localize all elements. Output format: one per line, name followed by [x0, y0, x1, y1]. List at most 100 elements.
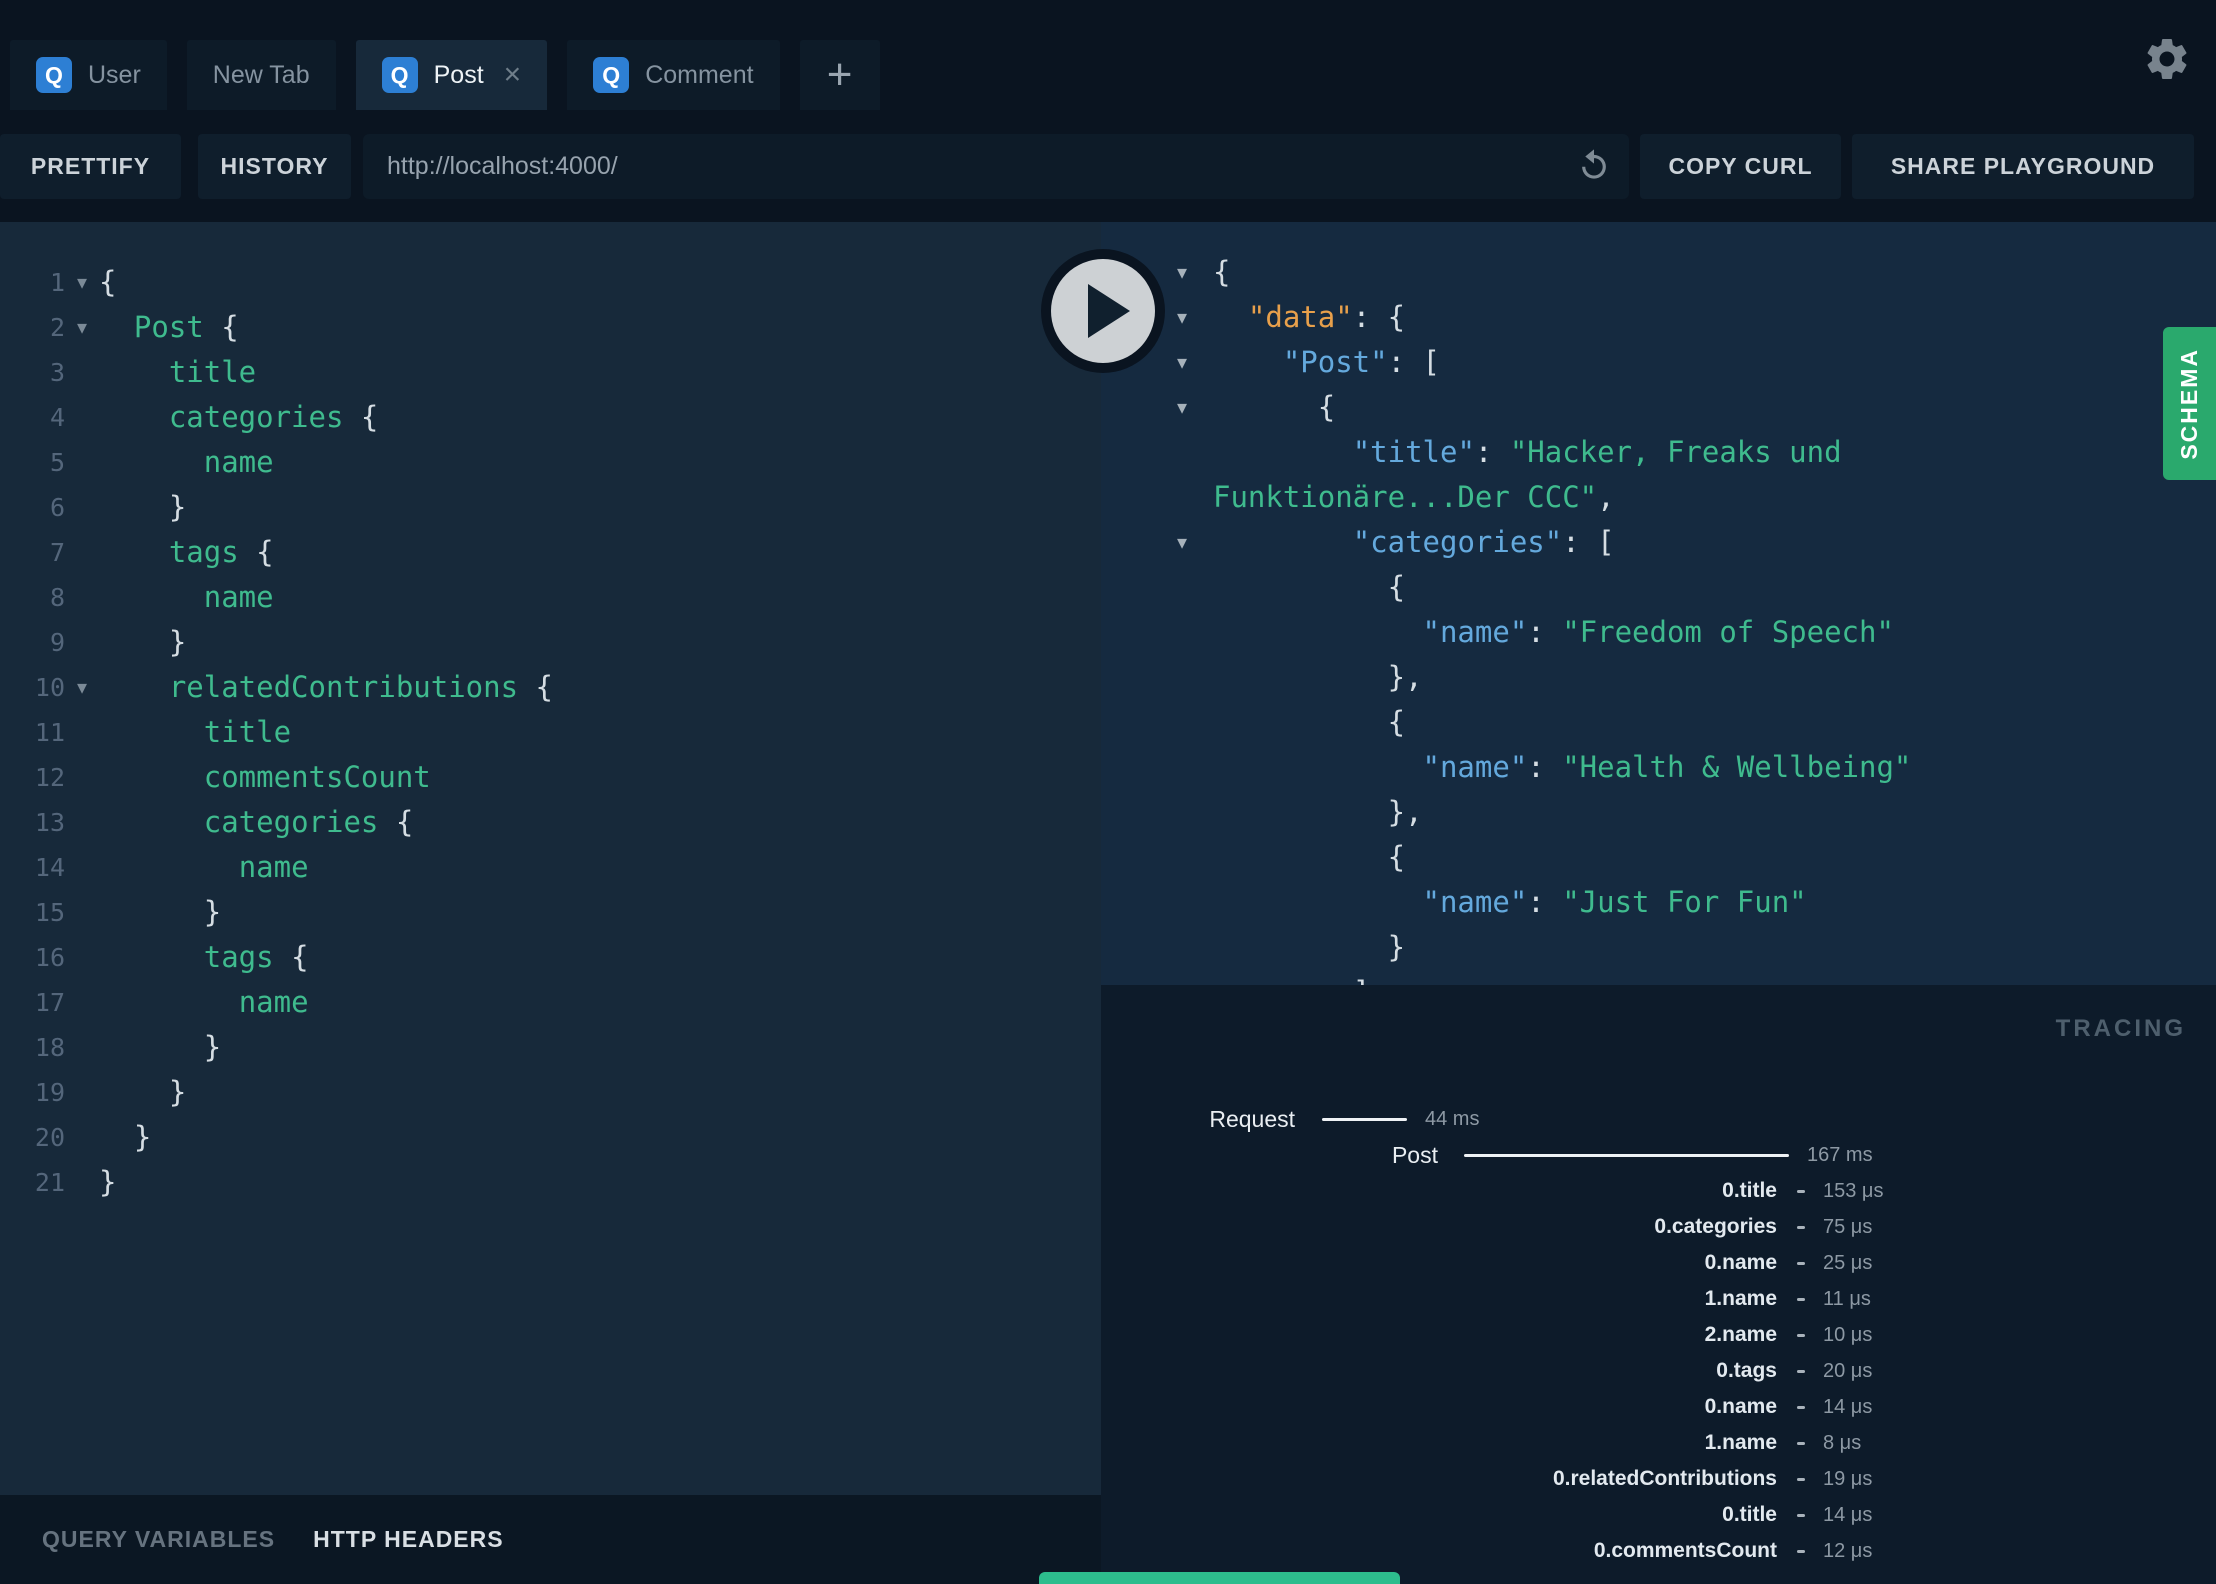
tab-label: User — [88, 60, 141, 89]
trace-row: 2.name 10 μs — [1101, 1317, 2216, 1353]
trace-bar — [1797, 1513, 1805, 1517]
trace-label: 0.name — [1704, 1395, 1777, 1418]
tracing-panel: TRACING Request 44 ms Post 167 ms 0.titl… — [1101, 985, 2216, 1584]
fold-arrow-icon[interactable]: ▾ — [1177, 520, 1213, 565]
notification-toast-partial — [1039, 1572, 1400, 1584]
response-line: ▾ { — [1101, 385, 2216, 430]
code-text: title — [203, 715, 292, 749]
trace-label: 1.name — [1704, 1287, 1777, 1310]
response-line: { — [1101, 565, 2216, 610]
response-line: ▾ "categories": [ — [1101, 520, 2216, 565]
fold-arrow-icon[interactable]: ▾ — [1177, 385, 1213, 430]
response-line: { — [1101, 700, 2216, 745]
line-number: 5 — [49, 448, 65, 477]
editor-line: 20 } — [0, 1115, 1101, 1160]
copy-curl-button[interactable]: COPY CURL — [1640, 133, 1841, 199]
line-number: 3 — [49, 358, 65, 387]
history-button[interactable]: HISTORY — [198, 133, 351, 199]
response-line: ▾{ — [1101, 250, 2216, 295]
tracing-title: TRACING — [2055, 1015, 2186, 1042]
share-playground-button[interactable]: SHARE PLAYGROUND — [1852, 133, 2194, 199]
trace-row: 0.relatedContributions 19 μs — [1101, 1461, 2216, 1497]
line-number: 2 — [49, 313, 65, 342]
trace-row: 1.name 8 μs — [1101, 1425, 2216, 1461]
trace-label: 0.relatedContributions — [1552, 1467, 1777, 1490]
schema-tab-label: SCHEMA — [2176, 347, 2202, 460]
code-text: { — [1387, 705, 1406, 739]
schema-tab[interactable]: SCHEMA — [2163, 327, 2216, 480]
line-number: 17 — [34, 988, 65, 1017]
trace-detail-list: 0.title 153 μs 0.categories 75 μs 0.name 25 μ… — [1101, 1173, 2216, 1569]
query-variables-tab[interactable]: QUERY VARIABLES — [42, 1526, 275, 1553]
header: Q User New Tab Q Post × Q Comment + PRETTIFY HI… — [0, 0, 2216, 222]
code-text: "name": "Just For Fun" — [1422, 885, 1807, 919]
response-line: Funktionäre...Der CCC", — [1101, 475, 2216, 520]
trace-row: 0.title 14 μs — [1101, 1497, 2216, 1533]
reload-button[interactable] — [1575, 147, 1613, 185]
trace-label: 0.tags — [1716, 1359, 1777, 1382]
http-headers-tab[interactable]: HTTP HEADERS — [313, 1526, 504, 1553]
query-icon: Q — [36, 57, 72, 93]
fold-arrow-icon[interactable]: ▾ — [65, 665, 99, 710]
line-number: 15 — [34, 898, 65, 927]
editor-line: 2 ▾ Post { — [0, 305, 1101, 350]
code-text: } — [168, 490, 187, 524]
trace-duration: 12 μs — [1823, 1539, 1873, 1562]
tab-label: Post — [433, 60, 484, 89]
tab-new-tab[interactable]: New Tab — [186, 40, 336, 110]
tab-post[interactable]: Q Post × — [355, 40, 548, 110]
trace-label: 0.title — [1722, 1503, 1777, 1526]
line-number: 9 — [49, 628, 65, 657]
response-line: ▾ "Post": [ — [1101, 340, 2216, 385]
endpoint-url-input[interactable] — [363, 133, 1629, 199]
execute-button[interactable] — [1041, 249, 1165, 373]
new-tab-button[interactable]: + — [799, 40, 880, 110]
close-icon[interactable]: × — [504, 60, 522, 90]
code-text: "name": "Freedom of Speech" — [1422, 615, 1894, 649]
response-pane: ▾{▾ "data": {▾ "Post": [▾ { "title": "Ha… — [1101, 222, 2216, 985]
trace-duration: 20 μs — [1823, 1359, 1873, 1382]
trace-duration: 14 μs — [1823, 1503, 1873, 1526]
fold-arrow-icon[interactable]: ▾ — [1177, 250, 1213, 295]
line-number: 4 — [49, 403, 65, 432]
response-line: ▾ "data": { — [1101, 295, 2216, 340]
trace-bar — [1797, 1189, 1805, 1193]
fold-arrow-icon[interactable]: ▾ — [65, 260, 99, 305]
response-line: "title": "Hacker, Freaks und — [1101, 430, 2216, 475]
code-text: name — [238, 985, 309, 1019]
fold-arrow-icon[interactable]: ▾ — [1177, 295, 1213, 340]
trace-row: 0.tags 20 μs — [1101, 1353, 2216, 1389]
response-line: "name": "Just For Fun" — [1101, 880, 2216, 925]
line-number: 21 — [34, 1168, 65, 1197]
code-text: "Post": [ — [1282, 345, 1440, 379]
line-number: 13 — [34, 808, 65, 837]
code-text: { — [1317, 390, 1336, 424]
fold-arrow-icon[interactable]: ▾ — [65, 305, 99, 350]
editor-line: 11 title — [0, 710, 1101, 755]
code-text: relatedContributions { — [168, 670, 553, 704]
editor-line: 9 } — [0, 620, 1101, 665]
trace-duration: 25 μs — [1823, 1251, 1873, 1274]
tab-comment[interactable]: Q Comment — [567, 40, 780, 110]
play-circle — [1051, 259, 1155, 363]
query-editor-pane[interactable]: 1 ▾{2 ▾ Post {3 title 4 categories {5 name 6… — [0, 222, 1101, 1495]
trace-row: 0.title 153 μs — [1101, 1173, 2216, 1209]
trace-duration: 8 μs — [1823, 1431, 1862, 1454]
settings-button[interactable] — [2142, 34, 2192, 84]
trace-label: Post — [1391, 1141, 1438, 1168]
tab-user[interactable]: Q User — [10, 40, 167, 110]
editor-line: 19 } — [0, 1070, 1101, 1115]
fold-arrow-icon[interactable]: ▾ — [1177, 340, 1213, 385]
prettify-button[interactable]: PRETTIFY — [0, 133, 181, 199]
code-text: } — [1387, 930, 1406, 964]
trace-row-request: Request 44 ms — [1101, 1101, 2216, 1137]
